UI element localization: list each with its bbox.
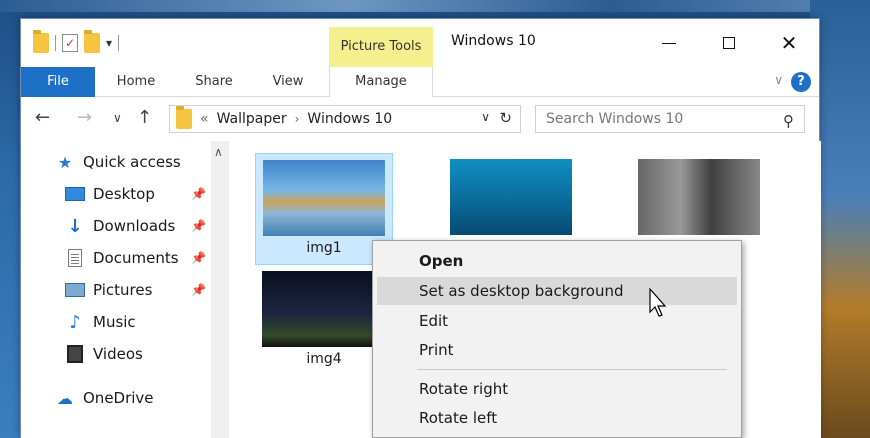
sidebar-item-label: Downloads <box>93 217 176 235</box>
sidebar-item-downloads[interactable]: ↓ Downloads <box>65 215 176 237</box>
tab-share[interactable]: Share <box>179 67 249 97</box>
toolbar-divider <box>118 35 120 51</box>
menu-item-open[interactable]: Open <box>377 247 737 275</box>
download-icon: ↓ <box>67 215 83 237</box>
sidebar-item-label: Desktop <box>93 185 155 203</box>
title-bar: ✓ ▾ Picture Tools Windows 10 ✕ <box>21 19 819 67</box>
tab-home[interactable]: Home <box>101 67 171 97</box>
recent-locations-icon[interactable]: ∨ <box>113 111 122 125</box>
desktop-icon <box>65 185 85 203</box>
document-icon <box>65 249 85 267</box>
sidebar-item-music[interactable]: ♪ Music <box>65 311 136 333</box>
sidebar-item-label: OneDrive <box>83 389 154 407</box>
search-input[interactable]: Search Windows 10 ⚲ <box>535 105 805 133</box>
menu-item-print[interactable]: Print <box>377 336 737 364</box>
folder-icon <box>33 30 49 53</box>
image-thumbnail <box>263 160 385 236</box>
search-placeholder: Search Windows 10 <box>546 111 684 127</box>
sidebar-item-documents[interactable]: Documents <box>65 249 179 267</box>
nav-pane-scrollbar[interactable]: ∧ <box>211 141 229 438</box>
image-thumbnail <box>262 271 384 347</box>
desktop-wallpaper-top <box>0 0 870 12</box>
menu-divider <box>417 369 727 370</box>
expand-ribbon-icon[interactable]: ∨ <box>774 73 783 87</box>
image-thumbnail <box>638 159 760 235</box>
context-menu: Open Set as desktop background Edit Prin… <box>372 240 742 438</box>
menu-item-edit[interactable]: Edit <box>377 307 737 335</box>
navigation-pane: ★ Quick access Desktop 📌 ↓ Downloads 📌 D… <box>21 141 231 438</box>
menu-item-rotate-left[interactable]: Rotate left <box>377 404 737 432</box>
menu-item-rotate-right[interactable]: Rotate right <box>377 375 737 403</box>
sidebar-item-label: Pictures <box>93 281 153 299</box>
mouse-cursor-icon <box>649 288 667 317</box>
tab-view[interactable]: View <box>253 67 323 97</box>
sidebar-item-onedrive[interactable]: ☁ OneDrive <box>55 388 154 408</box>
breadcrumb-wallpaper[interactable]: Wallpaper <box>217 111 287 127</box>
breadcrumb-separator: › <box>294 112 300 126</box>
sidebar-item-desktop[interactable]: Desktop <box>65 185 155 203</box>
address-dropdown-icon[interactable]: ∨ <box>481 110 490 124</box>
maximize-icon <box>723 37 735 49</box>
window-title: Windows 10 <box>451 33 536 49</box>
address-bar[interactable]: « Wallpaper › Windows 10 ∨ ↻ <box>169 105 521 133</box>
file-item[interactable] <box>443 153 581 243</box>
video-icon <box>65 345 85 363</box>
minimize-button[interactable] <box>639 19 699 67</box>
new-folder-icon[interactable] <box>84 30 100 53</box>
maximize-button[interactable] <box>699 19 759 67</box>
navigation-bar: ← → ∨ ↑ « Wallpaper › Windows 10 ∨ ↻ Sea… <box>21 97 819 141</box>
minimize-icon <box>662 42 676 44</box>
sidebar-item-label: Music <box>93 313 136 331</box>
pictures-icon <box>65 281 85 299</box>
ribbon-tabs: File Home Share View Manage ∨ ? <box>21 67 819 97</box>
image-thumbnail <box>450 159 572 235</box>
close-icon: ✕ <box>780 31 798 55</box>
close-button[interactable]: ✕ <box>759 19 819 67</box>
tab-manage[interactable]: Manage <box>329 67 433 97</box>
properties-icon[interactable]: ✓ <box>62 34 78 52</box>
music-icon: ♪ <box>69 311 81 333</box>
forward-arrow-icon[interactable]: → <box>77 107 92 128</box>
scroll-up-icon[interactable]: ∧ <box>214 145 223 159</box>
pin-icon[interactable]: 📌 <box>191 187 206 201</box>
toolbar-divider <box>55 35 56 51</box>
window-controls: ✕ <box>639 19 819 67</box>
picture-tools-header: Picture Tools <box>329 27 433 67</box>
breadcrumb-windows-10[interactable]: Windows 10 <box>307 111 392 127</box>
star-icon: ★ <box>57 152 73 172</box>
pin-icon[interactable]: 📌 <box>191 283 206 297</box>
file-item[interactable] <box>631 153 769 243</box>
pin-icon[interactable]: 📌 <box>191 219 206 233</box>
search-icon[interactable]: ⚲ <box>783 108 794 134</box>
cloud-icon: ☁ <box>57 388 73 408</box>
sidebar-item-label: Videos <box>93 345 143 363</box>
refresh-icon[interactable]: ↻ <box>499 109 512 127</box>
breadcrumb-overflow[interactable]: « <box>200 111 209 127</box>
back-arrow-icon[interactable]: ← <box>35 107 50 128</box>
menu-item-set-desktop-background[interactable]: Set as desktop background <box>377 277 737 305</box>
folder-icon <box>176 106 192 129</box>
sidebar-item-videos[interactable]: Videos <box>65 345 143 363</box>
up-arrow-icon[interactable]: ↑ <box>137 107 152 128</box>
quick-access-toolbar: ✓ ▾ <box>33 30 120 53</box>
sidebar-item-pictures[interactable]: Pictures <box>65 281 152 299</box>
sidebar-item-quick-access[interactable]: ★ Quick access <box>55 152 181 172</box>
tab-file[interactable]: File <box>21 67 95 97</box>
customize-toolbar-icon[interactable]: ▾ <box>106 36 112 50</box>
pin-icon[interactable]: 📌 <box>191 251 206 265</box>
help-icon[interactable]: ? <box>791 72 811 92</box>
sidebar-item-label: Documents <box>93 249 179 267</box>
sidebar-item-label: Quick access <box>83 153 181 171</box>
